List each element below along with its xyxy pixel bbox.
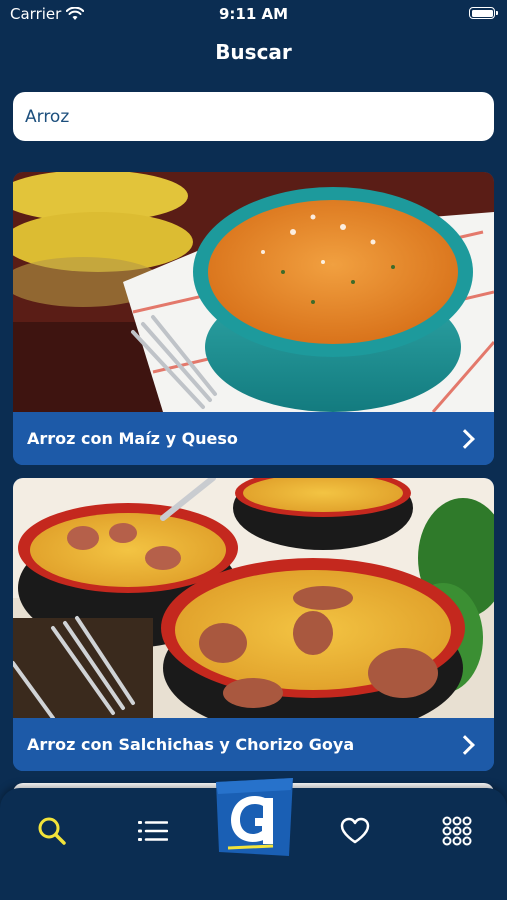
list-icon xyxy=(138,821,168,841)
tab-search[interactable] xyxy=(22,806,82,856)
battery-icon xyxy=(469,7,498,19)
tab-list[interactable] xyxy=(123,806,183,856)
grid-icon xyxy=(442,816,472,846)
chevron-right-icon xyxy=(455,734,475,755)
search-input[interactable] xyxy=(13,92,494,141)
status-bar: Carrier 9:11 AM xyxy=(0,0,507,30)
status-time: 9:11 AM xyxy=(218,5,289,23)
recipe-title: Arroz con Maíz y Queso xyxy=(27,429,238,448)
recipe-card-footer: Arroz con Salchichas y Chorizo Goya xyxy=(13,718,494,771)
goya-logo[interactable] xyxy=(213,776,295,858)
recipe-image xyxy=(13,478,494,718)
recipe-title: Arroz con Salchichas y Chorizo Goya xyxy=(27,735,355,754)
recipe-card-footer: Arroz con Maíz y Queso xyxy=(13,412,494,465)
heart-icon xyxy=(340,817,370,844)
chevron-right-icon xyxy=(455,428,475,449)
page-title: Buscar xyxy=(215,40,292,64)
tab-favorites[interactable] xyxy=(325,806,385,856)
recipe-card[interactable]: Arroz con Maíz y Queso xyxy=(13,172,494,465)
search-icon xyxy=(38,817,66,845)
screen: Carrier 9:11 AM Buscar Arroz Arroz con M… xyxy=(0,0,507,900)
tab-more[interactable] xyxy=(427,806,487,856)
recipe-image xyxy=(13,172,494,412)
recipe-card[interactable]: Arroz con Salchichas y Chorizo Goya xyxy=(13,478,494,771)
tab-bar xyxy=(0,778,507,900)
